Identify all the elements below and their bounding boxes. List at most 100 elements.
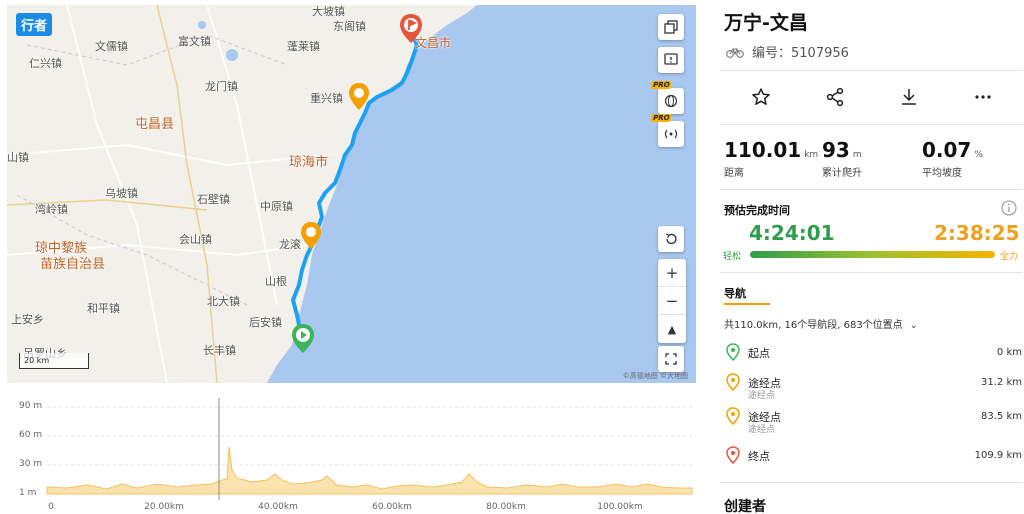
waypoint-pin-icon[interactable]	[348, 82, 370, 112]
divider	[720, 272, 1023, 273]
waypoint-distance: 83.5 km	[981, 411, 1022, 422]
route-map[interactable]: 行者 大坡镇 东阁镇 文儒镇 富文镇 蓬莱镇 仁兴镇 龙门镇 重兴镇 屯昌县 琼…	[7, 5, 696, 383]
waypoint-row[interactable]: 途经点 途经点 83.5 km	[726, 407, 1022, 435]
distance-label: 距离	[724, 168, 744, 179]
map-label: 富文镇	[178, 35, 211, 48]
map-label: 会山镇	[179, 233, 212, 246]
map-scale-bar: 20 km	[19, 353, 89, 369]
start-pin-icon[interactable]	[291, 323, 315, 355]
map-label: 龙门镇	[205, 80, 238, 93]
waypoint-subtitle: 途经点	[748, 391, 776, 401]
map-label: 龙滚	[279, 238, 301, 251]
favorite-button[interactable]	[746, 83, 776, 111]
heatmap-button[interactable]	[658, 121, 684, 147]
fullscreen-button[interactable]	[658, 346, 684, 372]
map-attribution: ©高德地图 ©大地图	[622, 372, 688, 380]
waypoint-distance: 109.9 km	[974, 450, 1022, 461]
grade-label: 平均坡度	[922, 168, 962, 179]
x-tick: 80.00km	[486, 502, 526, 512]
brand-logo: 行者	[16, 13, 53, 36]
distance-value: 110.01	[724, 138, 802, 162]
map-label: 蓬莱镇	[287, 40, 320, 53]
download-icon	[902, 89, 916, 105]
map-label: 仁兴镇	[29, 57, 62, 70]
elevation-chart	[46, 398, 693, 500]
map-label: 山根	[265, 275, 287, 288]
pro-badge: PRO	[650, 114, 673, 122]
hard-label: 全力	[1000, 252, 1019, 262]
easy-time: 4:24:01	[749, 221, 835, 245]
bicycle-icon	[726, 47, 744, 58]
divider	[720, 124, 1023, 125]
end-marker-icon	[726, 446, 740, 464]
y-tick: 60 m	[19, 430, 43, 440]
signal-icon	[664, 129, 678, 139]
chevron-down-icon: ⌄	[909, 321, 918, 331]
navigation-summary-text: 共110.0km, 16个导航段, 683个位置点	[724, 320, 903, 331]
map-label: 北大镇	[207, 295, 240, 308]
download-button[interactable]	[894, 83, 924, 111]
zoom-in-button[interactable]: +	[658, 259, 686, 287]
waypoint-row[interactable]: 起点 0 km	[726, 343, 1022, 371]
waypoint-row[interactable]: 终点 109.9 km	[726, 446, 1022, 474]
layers-button[interactable]	[658, 14, 684, 40]
grade-value: 0.07	[922, 138, 972, 162]
feedback-icon	[664, 53, 678, 65]
divider	[720, 189, 1023, 190]
waypoint-distance: 0 km	[996, 347, 1022, 358]
x-tick: 20.00km	[144, 502, 184, 512]
more-button[interactable]	[968, 83, 998, 111]
climb-label: 累计爬升	[822, 168, 862, 179]
route-title: 万宁-文昌	[724, 12, 808, 34]
refresh-icon	[665, 233, 677, 245]
map-label: 大坡镇	[312, 5, 345, 18]
map-label: 湾岭镇	[35, 203, 68, 216]
x-tick: 40.00km	[258, 502, 298, 512]
stat-climb: 93 m 累计爬升	[822, 138, 862, 179]
elevation-area	[46, 446, 693, 495]
compass-button[interactable]: ▲	[658, 315, 686, 343]
share-icon	[826, 87, 844, 107]
map-label: 苗族自治县	[40, 257, 106, 272]
globe-button[interactable]	[658, 88, 684, 114]
stat-distance: 110.01 km 距离	[724, 138, 818, 179]
zoom-controls: + − ▲	[658, 259, 686, 343]
info-icon[interactable]	[1001, 200, 1017, 216]
map-label: 重兴镇	[310, 92, 343, 105]
climb-unit: m	[852, 150, 862, 160]
elevation-profile[interactable]: 90 m 60 m 30 m 1 m 0 20.00km 40.00km 60.…	[7, 392, 696, 514]
share-button[interactable]	[820, 83, 850, 111]
map-label: 乌坡镇	[105, 187, 138, 200]
report-button[interactable]	[658, 47, 684, 73]
map-label: 石壁镇	[197, 193, 230, 206]
y-tick: 90 m	[19, 401, 43, 411]
more-icon	[975, 95, 991, 99]
scale-label: 20 km	[24, 356, 50, 365]
end-pin-icon[interactable]	[399, 13, 423, 45]
waypoint-subtitle: 途经点	[748, 425, 776, 435]
map-label: 后安镇	[249, 316, 282, 329]
map-label: 屯昌县	[135, 117, 175, 132]
route-number: 编号：5107956	[726, 42, 849, 61]
map-label: 上安乡	[11, 313, 44, 326]
navigation-summary[interactable]: 共110.0km, 16个导航段, 683个位置点 ⌄	[724, 316, 917, 331]
waypoint-name: 终点	[748, 450, 770, 463]
x-tick: 60.00km	[372, 502, 412, 512]
estimate-title: 预估完成时间	[724, 204, 790, 217]
zoom-out-button[interactable]: −	[658, 287, 686, 315]
waypoint-pin-icon[interactable]	[300, 221, 322, 251]
start-marker-icon	[726, 343, 740, 361]
waypoint-name: 起点	[748, 347, 770, 360]
map-label: 和平镇	[87, 302, 120, 315]
waypoint-row[interactable]: 途经点 途经点 31.2 km	[726, 373, 1022, 401]
pro-badge: PRO	[650, 81, 673, 89]
copy-icon	[664, 20, 678, 34]
divider	[720, 70, 1023, 71]
divider	[720, 482, 1023, 483]
grade-unit: %	[974, 150, 983, 160]
reset-view-button[interactable]	[658, 226, 684, 252]
navigation-tab-underline	[724, 303, 770, 305]
route-sidebar: 万宁-文昌 编号：5107956 110.01 km 距离 93 m 累计爬升 0.…	[717, 0, 1024, 514]
effort-gradient-bar	[750, 251, 995, 258]
map-label: 文儒镇	[95, 40, 128, 53]
